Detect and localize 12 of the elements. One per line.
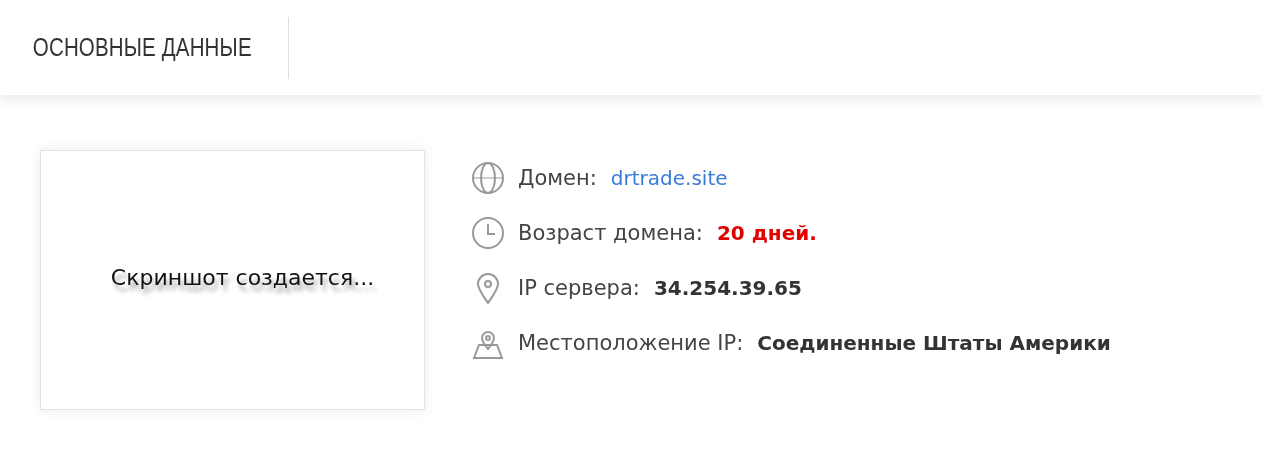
domain-link[interactable]: drtrade.site: [610, 166, 728, 190]
detail-label: Домен:: [518, 166, 597, 190]
detail-label: Возраст домена:: [518, 221, 703, 245]
detail-value: Соединенные Штаты Америки: [757, 331, 1111, 355]
section-title: ОСНОВНЫЕ ДАННЫЕ: [31, 33, 253, 62]
globe-icon: [470, 160, 506, 196]
detail-label: Местоположение IP:: [518, 331, 744, 355]
detail-value: 20 дней.: [716, 221, 817, 245]
clock-icon: [470, 215, 506, 251]
detail-label: IP сервера:: [518, 276, 640, 300]
screenshot-caption: Скриншот создается...: [110, 265, 375, 290]
detail-value: 34.254.39.65: [653, 276, 802, 300]
